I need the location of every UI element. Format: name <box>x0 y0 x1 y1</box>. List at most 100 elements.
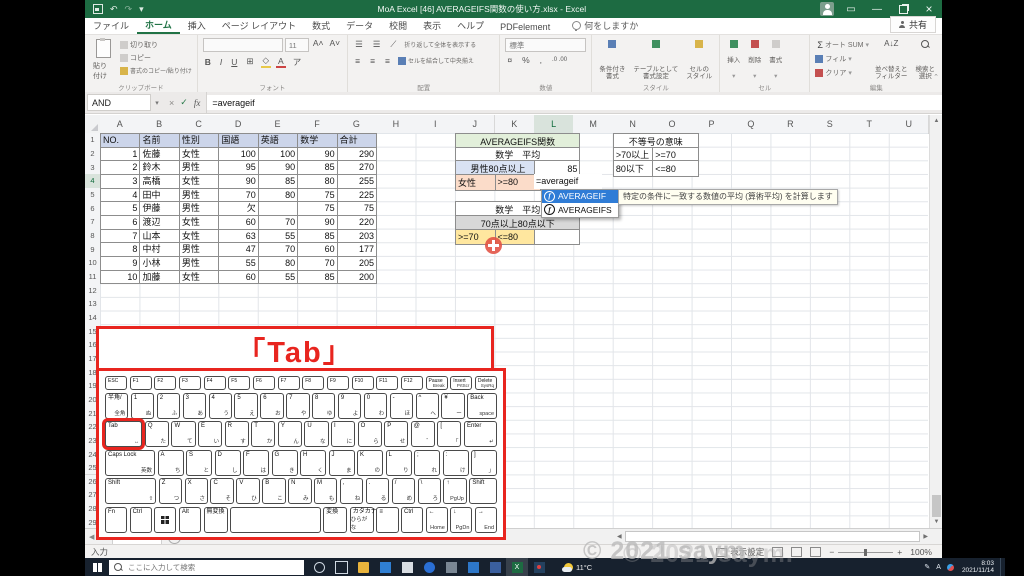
column-header-C[interactable]: C <box>178 115 220 134</box>
row-header-3[interactable]: 3 <box>85 160 101 175</box>
taskbar-search-input[interactable] <box>126 561 299 573</box>
row-header-14[interactable]: 14 <box>85 310 101 326</box>
table-cell[interactable]: 7 <box>101 229 141 244</box>
lower-empty-cell[interactable] <box>533 228 581 246</box>
column-header-N[interactable]: N <box>612 115 654 134</box>
number-format-box[interactable]: 標準 <box>505 38 587 52</box>
column-header-J[interactable]: J <box>455 115 496 134</box>
insert-cells-button[interactable]: 挿入 ▾ <box>725 38 742 82</box>
table-cell[interactable]: 女性 <box>179 229 220 244</box>
table-cell[interactable]: 70 <box>258 215 299 230</box>
table-cell[interactable]: 伊藤 <box>140 202 180 216</box>
taskbar-icon-edge[interactable] <box>418 558 440 576</box>
ribbon-display-options-button[interactable]: ▭ <box>838 0 864 18</box>
ribbon-tab-PDFelement[interactable]: PDFelement <box>492 20 558 34</box>
column-header-B[interactable]: B <box>139 115 180 134</box>
taskbar-icon-explorer[interactable] <box>352 558 374 576</box>
italic-button[interactable]: I <box>218 57 224 67</box>
orientation-icon[interactable]: ⟋ <box>388 39 398 50</box>
table-cell[interactable]: 203 <box>337 229 378 244</box>
column-header-Q[interactable]: Q <box>731 115 772 134</box>
taskbar-icon-app1[interactable] <box>440 558 462 576</box>
table-cell[interactable]: 55 <box>219 256 259 271</box>
minimize-button[interactable]: — <box>864 0 890 18</box>
normal-view-icon[interactable] <box>772 547 784 557</box>
table-cell[interactable]: 80 <box>258 256 299 271</box>
table-cell[interactable]: 75 <box>337 202 378 216</box>
ribbon-tab-ヘルプ[interactable]: ヘルプ <box>449 17 492 34</box>
table-cell[interactable]: 10 <box>101 270 141 285</box>
table-cell[interactable]: 80 <box>298 174 338 189</box>
qat-customize-icon[interactable]: ▾ <box>139 4 144 15</box>
currency-icon[interactable]: ¤ <box>505 55 514 65</box>
taskbar-icon-excel[interactable]: X <box>506 558 528 576</box>
font-name-box[interactable] <box>202 38 283 52</box>
table-header-名前[interactable]: 名前 <box>140 134 180 148</box>
table-cell[interactable]: 85 <box>258 174 299 189</box>
column-header-O[interactable]: O <box>652 115 693 134</box>
ribbon-tab-挿入[interactable]: 挿入 <box>180 17 214 34</box>
table-cell[interactable]: 小林 <box>140 256 180 271</box>
table-cell[interactable]: 5 <box>101 202 141 216</box>
scroll-right-icon[interactable]: ▶ <box>921 533 930 540</box>
table-cell[interactable]: 3 <box>101 174 141 189</box>
column-header-D[interactable]: D <box>218 115 259 134</box>
phonetic-guide-icon[interactable]: ア <box>291 56 304 68</box>
table-header-性別[interactable]: 性別 <box>179 134 220 148</box>
table-cell[interactable]: 中村 <box>140 243 180 257</box>
table-cell[interactable]: 85 <box>298 270 338 285</box>
font-size-box[interactable]: 11 <box>284 38 309 52</box>
ribbon-tab-データ[interactable]: データ <box>338 17 381 34</box>
table-cell[interactable]: 100 <box>219 147 259 162</box>
cell-styles-button[interactable]: セルの スタイル <box>684 38 714 82</box>
column-header-E[interactable]: E <box>257 115 299 134</box>
table-cell[interactable]: 70 <box>219 188 259 203</box>
table-cell[interactable]: 9 <box>101 256 141 271</box>
table-header-NO.[interactable]: NO. <box>101 134 141 148</box>
autocomplete-item-AVERAGEIFS[interactable]: f AVERAGEIFS <box>542 203 618 217</box>
table-cell[interactable]: 90 <box>219 174 259 189</box>
undo-icon[interactable]: ↶ <box>110 4 118 15</box>
taskbar-icon-app2[interactable] <box>484 558 506 576</box>
clear-button[interactable]: クリア ▾ <box>815 66 869 79</box>
align-middle-icon[interactable]: ☰ <box>371 39 383 50</box>
fill-color-icon[interactable]: ◇ <box>260 55 272 68</box>
zoom-slider[interactable]: − + <box>829 547 902 557</box>
row-header-11[interactable]: 11 <box>85 269 101 285</box>
sort-filter-button[interactable]: A↓Z 並べ替えと フィルター <box>873 38 910 82</box>
table-cell[interactable]: 女性 <box>179 215 220 230</box>
table-cell[interactable]: 男性 <box>179 188 220 203</box>
table-cell[interactable]: 270 <box>337 161 378 175</box>
table-cell[interactable]: 80 <box>258 188 299 203</box>
zoom-level[interactable]: 100% <box>910 547 932 557</box>
delete-cells-button[interactable]: 削除 ▾ <box>746 38 763 82</box>
table-cell[interactable]: 85 <box>298 229 338 244</box>
table-cell[interactable]: 47 <box>219 243 259 257</box>
column-header-P[interactable]: P <box>691 115 733 134</box>
row-header-5[interactable]: 5 <box>85 187 101 203</box>
increase-font-icon[interactable]: A˄ <box>311 38 326 52</box>
tray-app-icon[interactable] <box>946 563 954 571</box>
format-painter-button[interactable]: 書式のコピー/貼り付け <box>120 64 192 77</box>
table-cell[interactable]: 75 <box>298 202 338 216</box>
column-header-L[interactable]: L <box>533 115 575 135</box>
autocomplete-item-AVERAGEIF[interactable]: f AVERAGEIF <box>542 189 618 204</box>
row-header-13[interactable]: 13 <box>85 296 101 312</box>
row-header-8[interactable]: 8 <box>85 228 101 244</box>
row-header-12[interactable]: 12 <box>85 283 101 298</box>
column-header-R[interactable]: R <box>770 115 812 134</box>
table-cell[interactable]: 75 <box>298 188 338 203</box>
page-break-view-icon[interactable] <box>810 547 822 557</box>
table-cell[interactable]: 63 <box>219 229 259 244</box>
column-header-S[interactable]: S <box>810 115 851 134</box>
ribbon-tab-ページ レイアウト[interactable]: ページ レイアウト <box>214 17 304 34</box>
ribbon-tab-ファイル[interactable]: ファイル <box>85 17 137 34</box>
table-cell[interactable]: 男性 <box>179 243 220 257</box>
column-header-G[interactable]: G <box>336 115 378 134</box>
cut-button[interactable]: 切り取り <box>120 38 192 51</box>
score-table[interactable]: NO. 名前 性別 国語 英語 数学 合計 1 佐藤 女性 100 100 90 290 2 鈴木 男性 95 90… <box>100 133 378 285</box>
table-cell[interactable]: 8 <box>101 243 141 257</box>
font-color-icon[interactable]: A <box>276 56 286 68</box>
conditional-formatting-button[interactable]: 条件付き 書式 <box>597 38 627 82</box>
row-header-10[interactable]: 10 <box>85 255 101 271</box>
